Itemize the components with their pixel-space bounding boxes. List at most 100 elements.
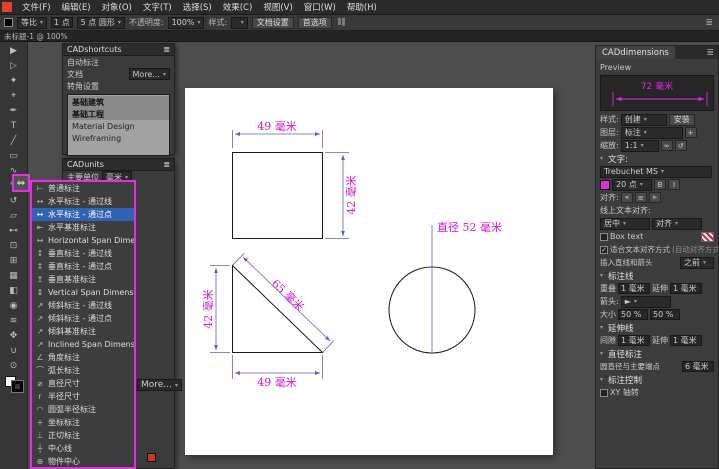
flyout-item-horizontal-datum[interactable]: ⇤水平基准标注 bbox=[32, 221, 134, 234]
symbol-sprayer-tool-icon[interactable]: ✥ bbox=[2, 328, 26, 343]
cadshortcuts-panel-header[interactable]: CADshortcuts ≣ bbox=[63, 44, 174, 56]
menu-object[interactable]: 对象(O) bbox=[97, 1, 137, 13]
arrow-type-dropdown[interactable]: ► bbox=[621, 296, 671, 308]
cadunits-menu-icon[interactable]: ≣ bbox=[163, 160, 170, 169]
free-transform-tool-icon[interactable]: ⊡ bbox=[2, 238, 26, 253]
opacity-dropdown[interactable]: 100% bbox=[168, 17, 205, 29]
flyout-item-normal-dim[interactable]: ⊢普通标注 bbox=[32, 182, 134, 195]
fill-stroke-indicator[interactable] bbox=[5, 376, 23, 392]
align-center-icon[interactable]: ≡ bbox=[635, 192, 647, 203]
dimension-line-section-header[interactable]: 标注线 bbox=[598, 269, 716, 282]
flyout-item-coordinate[interactable]: +坐标标注 bbox=[32, 416, 134, 429]
flyout-item-diameter[interactable]: ⌀直径尺寸 bbox=[32, 377, 134, 390]
flyout-item-centerline[interactable]: ┼中心线 bbox=[32, 442, 134, 455]
menu-edit[interactable]: 编辑(E) bbox=[57, 1, 96, 13]
flyout-item-tangent[interactable]: ⊥正切标注 bbox=[32, 429, 134, 442]
flyout-item-horizontal-point[interactable]: ↔水平标注 - 通过点 bbox=[32, 208, 134, 221]
text-section-header[interactable]: 文字: bbox=[598, 152, 716, 165]
cadunits-panel-header[interactable]: CADunits ≣ bbox=[63, 159, 174, 171]
mesh-tool-icon[interactable]: ▦ bbox=[2, 268, 26, 283]
tab-caddimensions[interactable]: CADdimensions bbox=[596, 46, 675, 59]
fill-swatch[interactable] bbox=[4, 18, 13, 27]
list-item[interactable]: Material Design bbox=[68, 120, 169, 132]
fit-text-checkbox[interactable] bbox=[600, 246, 608, 254]
layer-new-icon[interactable]: + bbox=[685, 127, 697, 138]
font-size-dropdown[interactable]: 20 点 bbox=[612, 179, 652, 191]
list-item[interactable]: 基础工程 bbox=[68, 108, 169, 120]
flyout-item-inclined-line[interactable]: ↗倾斜标注 - 通过线 bbox=[32, 299, 134, 312]
box-text-checkbox[interactable] bbox=[600, 233, 608, 241]
scale-dropdown[interactable]: 1:1 bbox=[621, 140, 659, 152]
menu-type[interactable]: 文字(T) bbox=[138, 1, 177, 13]
stroke-indicator-swatch[interactable] bbox=[12, 381, 23, 392]
menu-help[interactable]: 帮助(H) bbox=[342, 1, 382, 13]
align-icons[interactable]: ⫴⫼ bbox=[336, 18, 348, 28]
arrow-size2-field[interactable]: 50 % bbox=[650, 309, 680, 320]
style-dropdown[interactable]: 创建 bbox=[621, 114, 667, 126]
cadshortcuts-menu-icon[interactable]: ≣ bbox=[163, 45, 170, 54]
selection-tool-icon[interactable]: ▶ bbox=[2, 43, 26, 58]
online-right-dropdown[interactable]: 对齐 bbox=[652, 218, 702, 230]
flyout-item-vertical-datum[interactable]: ↥垂直基准标注 bbox=[32, 273, 134, 286]
type-tool-icon[interactable]: T bbox=[2, 118, 26, 133]
menu-select[interactable]: 选择(S) bbox=[178, 1, 217, 13]
flyout-item-object-center[interactable]: ⊕物件中心 bbox=[32, 455, 134, 468]
diameter-section-header[interactable]: 直径标注 bbox=[598, 347, 716, 360]
xy-axis-checkbox[interactable] bbox=[600, 389, 608, 397]
extension-line-section-header[interactable]: 延伸线 bbox=[598, 321, 716, 334]
gap-field[interactable]: 1 毫米 bbox=[618, 335, 650, 346]
align-right-icon[interactable]: ⫸ bbox=[649, 192, 661, 203]
document-tab[interactable]: 未标题-1 @ 100% bbox=[4, 31, 68, 42]
online-left-dropdown[interactable]: 居中 bbox=[600, 218, 650, 230]
gradient-tool-icon[interactable]: ◧ bbox=[2, 283, 26, 298]
flyout-item-radius[interactable]: r半径尺寸 bbox=[32, 390, 134, 403]
scale-tool-icon[interactable]: ▱ bbox=[2, 208, 26, 223]
flyout-item-inclined-span[interactable]: ↗Inclined Span Dimension bbox=[32, 338, 134, 351]
document-setup-button[interactable]: 文档设置 bbox=[252, 17, 294, 29]
control-panel-menu-icon[interactable]: ≣ bbox=[703, 18, 715, 28]
eyedropper-tool-icon[interactable]: ◉ bbox=[2, 298, 26, 313]
insert-arrows-dropdown[interactable]: 之前 bbox=[680, 257, 714, 269]
preferences-button[interactable]: 首选项 bbox=[298, 17, 332, 29]
align-left-icon[interactable]: ⫷ bbox=[621, 192, 633, 203]
shape-builder-tool-icon[interactable]: ⊞ bbox=[2, 253, 26, 268]
hand-tool-icon[interactable]: ∪ bbox=[2, 343, 26, 358]
rectangle-tool-icon[interactable]: ▭ bbox=[2, 148, 26, 163]
menu-window[interactable]: 窗口(W) bbox=[299, 1, 341, 13]
menu-effect[interactable]: 效果(C) bbox=[218, 1, 258, 13]
cad-dimension-tool-icon[interactable]: ⇔ bbox=[12, 174, 30, 192]
magic-wand-tool-icon[interactable]: ✦ bbox=[2, 73, 26, 88]
menu-view[interactable]: 视图(V) bbox=[258, 1, 297, 13]
dimension-control-section-header[interactable]: 标注控制 bbox=[598, 373, 716, 386]
diameter-endpoint-field[interactable]: 6 毫米 bbox=[682, 361, 714, 372]
width-tool-icon[interactable]: ⊷ bbox=[2, 223, 26, 238]
direct-selection-tool-icon[interactable]: ▷ bbox=[2, 58, 26, 73]
text-color-swatch[interactable] bbox=[600, 180, 610, 190]
caddimensions-menu-icon[interactable]: ≣ bbox=[702, 46, 718, 59]
box-fill-swatch[interactable] bbox=[701, 232, 714, 242]
app-logo-icon[interactable] bbox=[2, 2, 12, 12]
brush-dropdown[interactable]: 5 点 圆形 bbox=[77, 17, 125, 29]
list-item[interactable]: 基础建筑 bbox=[68, 96, 169, 108]
flyout-item-inclined-datum[interactable]: ↗倾斜基准标注 bbox=[32, 325, 134, 338]
blend-tool-icon[interactable]: ≋ bbox=[2, 313, 26, 328]
zoom-tool-icon[interactable]: ⊙ bbox=[2, 358, 26, 373]
uniform-dropdown[interactable]: 等比 bbox=[17, 17, 47, 29]
stroke-weight-field[interactable]: 1 点 bbox=[51, 17, 73, 28]
flyout-item-horizontal-line[interactable]: ↔水平标注 - 通过线 bbox=[32, 195, 134, 208]
font-dropdown[interactable]: Trebuchet MS bbox=[600, 166, 712, 178]
scale-refresh-icon[interactable]: ↺ bbox=[675, 140, 687, 151]
menu-file[interactable]: 文件(F) bbox=[17, 1, 56, 13]
style-dropdown[interactable] bbox=[231, 17, 248, 29]
pen-tool-icon[interactable]: ✒ bbox=[2, 103, 26, 118]
cadunits-color-swatch[interactable] bbox=[147, 453, 156, 462]
layer-dropdown[interactable]: 标注 bbox=[621, 127, 683, 139]
flyout-item-vertical-span[interactable]: ↨Vertical Span Dimension bbox=[32, 286, 134, 299]
rotate-tool-icon[interactable]: ↺ bbox=[2, 193, 26, 208]
rectangle-shape[interactable] bbox=[233, 153, 323, 239]
install-button[interactable]: 安装 bbox=[669, 114, 695, 126]
flyout-item-arc-length[interactable]: ⌒弧长标注 bbox=[32, 364, 134, 377]
cadunits-more-dropdown[interactable]: More... bbox=[137, 379, 182, 391]
flyout-item-horizontal-span[interactable]: ↔Horizontal Span Dimension bbox=[32, 234, 134, 247]
ext2-field[interactable]: 1 毫米 bbox=[670, 335, 702, 346]
